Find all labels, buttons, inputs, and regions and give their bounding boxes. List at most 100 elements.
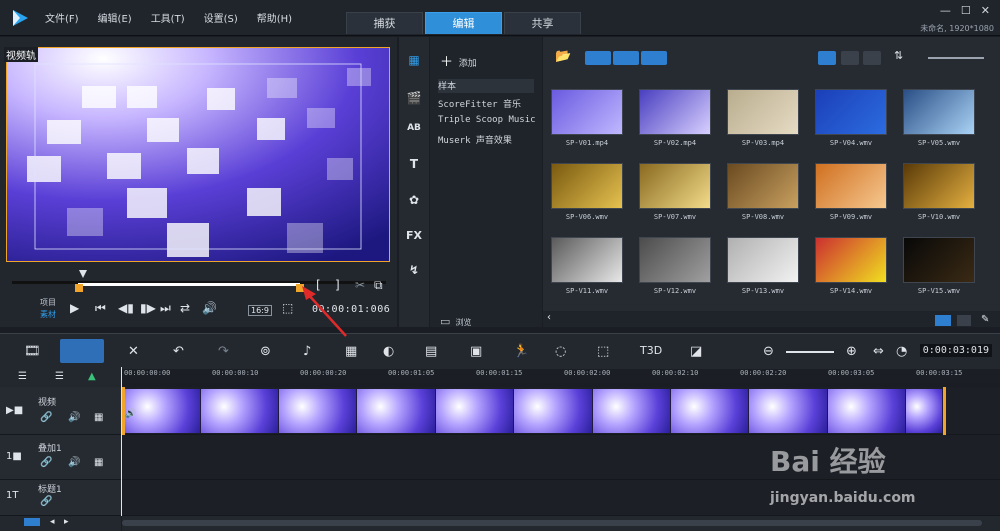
menu-edit[interactable]: 编辑(E) <box>98 10 132 25</box>
timeline-ruler[interactable]: 00:00:00:00 00:00:00:10 00:00:00:20 00:00:0… <box>122 369 1000 383</box>
scissors-icon[interactable]: ✂ <box>355 278 365 292</box>
video-clip[interactable] <box>514 389 593 433</box>
ripple-icon[interactable]: ▦ <box>94 412 103 423</box>
go-end-icon[interactable]: ⏭ <box>160 301 171 316</box>
mark-in-handle[interactable] <box>75 284 83 292</box>
go-start-icon[interactable]: ⏮ <box>95 301 106 316</box>
graphics-icon[interactable]: ✿ <box>405 193 423 207</box>
timeline-hscrollbar[interactable] <box>122 516 1000 531</box>
scroll-right-icon[interactable]: ▸ <box>64 517 69 527</box>
chapter-icon[interactable]: ☰ <box>55 371 64 382</box>
import-folder-icon[interactable]: 📂 <box>555 49 571 64</box>
library-item-samples[interactable]: 样本 <box>438 79 534 93</box>
mode-project[interactable]: 项目 <box>40 297 56 308</box>
video-clip[interactable] <box>357 389 436 433</box>
pan-zoom-icon[interactable]: ⬚ <box>597 344 609 359</box>
timeline-playhead[interactable] <box>121 367 122 516</box>
playhead-icon[interactable] <box>79 270 87 278</box>
motion-tracking-icon[interactable]: ◐ <box>383 344 394 359</box>
thumbnail-size-slider[interactable] <box>928 57 984 59</box>
timeline-view-icon[interactable] <box>60 339 104 363</box>
media-library-icon[interactable]: ▦ <box>405 53 423 67</box>
media-thumbnail[interactable] <box>639 89 711 135</box>
link-icon[interactable]: 🔗 <box>40 412 52 423</box>
media-thumbnail[interactable] <box>903 237 975 283</box>
aspect-ratio-button[interactable]: 16:9 <box>248 305 272 316</box>
clip-end-handle[interactable] <box>943 387 946 435</box>
maximize-icon[interactable]: ☐ <box>961 4 971 17</box>
link-icon[interactable]: 🔗 <box>40 496 52 507</box>
zoom-slider[interactable] <box>786 351 834 353</box>
scroll-thumb[interactable] <box>122 520 982 526</box>
media-thumbnail[interactable] <box>727 89 799 135</box>
zoom-out-icon[interactable]: ⊖ <box>763 344 774 359</box>
media-thumbnail[interactable] <box>903 89 975 135</box>
record-capture-icon[interactable]: ⊚ <box>260 344 271 359</box>
add-marker-icon[interactable]: ▲ <box>88 371 96 382</box>
volume-icon[interactable]: 🔊 <box>202 301 217 315</box>
mute-icon[interactable]: 🔊 <box>68 412 80 423</box>
media-thumbnail[interactable] <box>815 89 887 135</box>
menu-help[interactable]: 帮助(H) <box>257 10 292 25</box>
repeat-icon[interactable]: ⇄ <box>180 301 190 315</box>
instant-project-icon[interactable]: 🎬 <box>405 91 423 105</box>
transition-icon[interactable]: AB <box>405 123 423 137</box>
library-item-scorefitter[interactable]: ScoreFitter 音乐 <box>438 97 521 110</box>
track-scale-icon[interactable] <box>24 518 40 526</box>
browse-button[interactable]: ▭ 浏览 <box>440 315 472 328</box>
library-item-triple-scoop[interactable]: Triple Scoop Music <box>438 115 536 125</box>
media-thumbnail[interactable] <box>815 237 887 283</box>
list-view-icon[interactable] <box>818 51 836 65</box>
crop-icon[interactable]: ⬚ <box>282 301 293 315</box>
mode-clip[interactable]: 素材 <box>40 309 56 320</box>
panel-toggle-icon[interactable] <box>935 315 951 326</box>
media-thumbnail[interactable] <box>551 237 623 283</box>
time-remap-icon[interactable]: 🏃 <box>513 344 529 359</box>
mask-creator-icon[interactable]: ◌ <box>555 344 566 359</box>
title-icon[interactable]: T <box>405 157 423 171</box>
video-clip[interactable] <box>125 389 201 433</box>
edit-options-icon[interactable]: ✎ <box>981 314 989 325</box>
media-thumbnail[interactable] <box>639 163 711 209</box>
preview-screen[interactable] <box>6 47 390 262</box>
media-thumbnail[interactable] <box>727 163 799 209</box>
redo-icon[interactable]: ↷ <box>218 344 229 359</box>
multi-camera-icon[interactable]: ▣ <box>470 344 482 359</box>
thumbnail-view-icon[interactable] <box>863 51 881 65</box>
library-item-muserk[interactable]: Muserk 声音效果 <box>438 133 512 146</box>
link-icon[interactable]: 🔗 <box>40 457 52 468</box>
media-thumbnail[interactable] <box>727 237 799 283</box>
video-clip[interactable] <box>906 389 943 433</box>
menu-tools[interactable]: 工具(T) <box>151 10 185 25</box>
video-clip[interactable] <box>671 389 749 433</box>
fit-project-icon[interactable]: ⇔ <box>873 344 884 359</box>
scroll-left-icon[interactable]: ◂ <box>50 517 55 527</box>
play-icon[interactable]: ▶ <box>70 301 79 315</box>
track-manager-icon[interactable]: ☰ <box>18 371 27 382</box>
prev-frame-icon[interactable]: ◀▮ <box>118 301 134 315</box>
tab-capture[interactable]: 捕获 <box>346 12 423 34</box>
mute-icon[interactable]: 🔊 <box>68 457 80 468</box>
subtitle-editor-icon[interactable]: ▤ <box>425 344 437 359</box>
tools-icon[interactable]: ✕ <box>128 344 139 359</box>
show-audio-icon[interactable] <box>641 51 667 65</box>
add-folder-button[interactable]: ＋ 添加 <box>440 51 477 70</box>
menu-settings[interactable]: 设置(S) <box>204 10 238 25</box>
media-thumbnail[interactable] <box>903 163 975 209</box>
show-video-icon[interactable] <box>585 51 611 65</box>
timeline-timecode[interactable]: 0:00:03:019 <box>919 344 992 357</box>
path-icon[interactable]: ↯ <box>405 263 423 277</box>
3d-title-icon[interactable]: T3D <box>640 344 662 357</box>
zoom-in-icon[interactable]: ⊕ <box>846 344 857 359</box>
close-icon[interactable]: ✕ <box>981 4 990 17</box>
media-thumbnail[interactable] <box>551 89 623 135</box>
split-view-icon[interactable] <box>957 315 971 326</box>
minimize-icon[interactable]: — <box>940 4 951 17</box>
scroll-left-icon[interactable]: ‹ <box>547 312 551 323</box>
video-clip[interactable] <box>201 389 279 433</box>
enlarge-icon[interactable]: ⧉ <box>374 278 383 293</box>
split-screen-icon[interactable]: ◪ <box>690 344 702 359</box>
video-clip[interactable] <box>828 389 906 433</box>
video-clip[interactable] <box>749 389 828 433</box>
menu-file[interactable]: 文件(F) <box>45 10 79 25</box>
